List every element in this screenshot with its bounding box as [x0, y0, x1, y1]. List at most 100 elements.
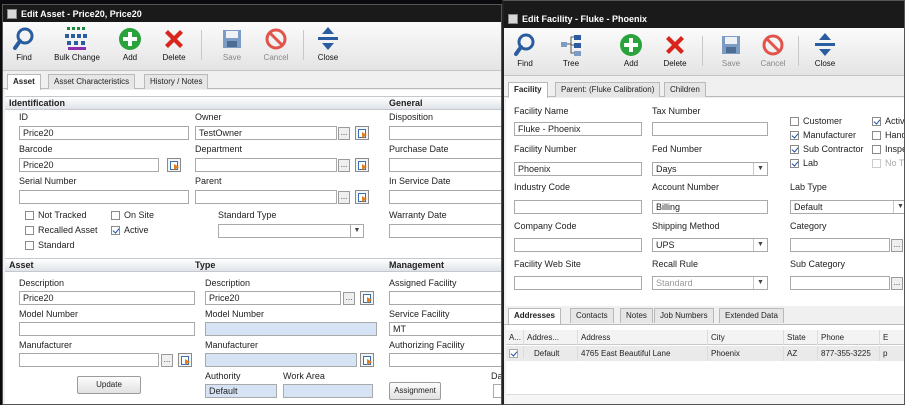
- standard-type-select[interactable]: [218, 224, 364, 238]
- asset-bulk-change-button[interactable]: Bulk Change: [51, 25, 103, 62]
- customer-checkbox[interactable]: Customer: [790, 116, 842, 126]
- tab-addresses[interactable]: Addresses: [508, 308, 561, 324]
- grid-column-header[interactable]: State: [784, 330, 818, 345]
- type-description-picker-icon[interactable]: [360, 291, 374, 305]
- department-picker-icon[interactable]: [355, 158, 369, 172]
- facility-close-button[interactable]: Close: [804, 31, 846, 68]
- category-lookup-button[interactable]: ...: [891, 239, 903, 252]
- truncated-date-field[interactable]: [493, 384, 501, 398]
- not-tracked-checkbox[interactable]: Not Tracked: [25, 210, 87, 220]
- chevron-down-icon[interactable]: ▼: [350, 224, 364, 238]
- tab-parent[interactable]: Parent: (Fluke Calibration): [555, 82, 661, 97]
- tab-asset[interactable]: Asset: [7, 74, 41, 90]
- owner-field[interactable]: TestOwner: [195, 126, 337, 140]
- table-row[interactable]: Default 4765 East Beautiful Lane Phoenix…: [506, 346, 904, 361]
- asset-manufacturer-lookup-button[interactable]: ...: [161, 354, 173, 367]
- on-site-checkbox[interactable]: On Site: [111, 210, 154, 220]
- assigned-facility-field[interactable]: [389, 291, 501, 305]
- active-checkbox[interactable]: Activ: [872, 116, 904, 126]
- tax-number-field[interactable]: [652, 122, 768, 136]
- industry-code-field[interactable]: [514, 200, 642, 214]
- asset-manufacturer-field[interactable]: [19, 353, 159, 367]
- sub-category-field[interactable]: [790, 276, 890, 290]
- barcode-picker-icon[interactable]: [167, 158, 181, 172]
- row-checkbox-cell[interactable]: [506, 346, 524, 358]
- asset-find-button[interactable]: Find: [3, 25, 45, 62]
- inspe-checkbox[interactable]: Inspe: [872, 144, 904, 154]
- service-facility-field[interactable]: MT: [389, 322, 501, 336]
- tab-facility[interactable]: Facility: [508, 82, 548, 98]
- asset-window-titlebar[interactable]: Edit Asset - Price20, Price20: [3, 5, 501, 22]
- grid-column-header[interactable]: A...: [506, 330, 524, 345]
- facility-add-button[interactable]: Add: [610, 31, 652, 68]
- facility-tree-button[interactable]: Tree: [550, 31, 592, 68]
- assignment-button[interactable]: Assignment: [389, 382, 441, 400]
- in-service-date-field[interactable]: [389, 190, 501, 204]
- facility-number-field[interactable]: Phoenix: [514, 162, 642, 176]
- grid-column-header[interactable]: Address: [578, 330, 708, 345]
- chevron-down-icon[interactable]: ▼: [893, 201, 904, 213]
- shipping-method-select[interactable]: UPS ▼: [652, 238, 768, 252]
- tab-notes[interactable]: Notes: [620, 308, 653, 323]
- tab-children[interactable]: Children: [664, 82, 706, 97]
- grid-column-header[interactable]: City: [708, 330, 784, 345]
- category-field[interactable]: [790, 238, 890, 252]
- lab-checkbox[interactable]: Lab: [790, 158, 818, 168]
- tab-contacts[interactable]: Contacts: [570, 308, 614, 323]
- asset-manufacturer-picker-icon[interactable]: [178, 353, 192, 367]
- chevron-down-icon[interactable]: ▼: [753, 239, 767, 251]
- facility-find-button[interactable]: Find: [504, 31, 546, 68]
- sub-category-lookup-button[interactable]: ...: [891, 277, 903, 290]
- tab-history-notes[interactable]: History / Notes: [144, 74, 209, 89]
- company-code-field[interactable]: [514, 238, 642, 252]
- grid-column-header[interactable]: Addres...: [524, 330, 578, 345]
- department-field[interactable]: [195, 158, 337, 172]
- type-description-field[interactable]: Price20: [205, 291, 341, 305]
- standard-checkbox[interactable]: Standard: [25, 240, 75, 250]
- asset-close-button[interactable]: Close: [307, 25, 349, 62]
- serial-number-field[interactable]: [19, 190, 189, 204]
- asset-delete-button[interactable]: Delete: [153, 25, 195, 62]
- purchase-date-field[interactable]: [389, 158, 501, 172]
- hand-checkbox[interactable]: Hand: [872, 130, 904, 140]
- grid-column-header[interactable]: Phone: [818, 330, 880, 345]
- department-lookup-button[interactable]: ...: [338, 159, 350, 172]
- tab-job-numbers[interactable]: Job Numbers: [654, 308, 714, 323]
- facility-name-field[interactable]: Fluke - Phoenix: [514, 122, 642, 136]
- warranty-date-field[interactable]: [389, 224, 501, 238]
- recall-rule-select[interactable]: Standard ▼: [652, 276, 768, 290]
- authorizing-facility-field[interactable]: [389, 353, 501, 367]
- asset-add-button[interactable]: Add: [109, 25, 151, 62]
- asset-model-number-field[interactable]: [19, 322, 195, 336]
- asset-description-field[interactable]: Price20: [19, 291, 195, 305]
- active-checkbox[interactable]: Active: [111, 225, 149, 235]
- fed-number-select[interactable]: Days ▼: [652, 162, 768, 176]
- grid-column-header[interactable]: E: [880, 330, 904, 345]
- asset-save-button[interactable]: Save: [211, 25, 253, 62]
- owner-picker-icon[interactable]: [355, 126, 369, 140]
- owner-lookup-button[interactable]: ...: [338, 127, 350, 140]
- update-button[interactable]: Update: [77, 376, 141, 394]
- manufacturer-checkbox[interactable]: Manufacturer: [790, 130, 856, 140]
- chevron-down-icon[interactable]: ▼: [753, 277, 767, 289]
- parent-field[interactable]: [195, 190, 337, 204]
- tab-extended-data[interactable]: Extended Data: [719, 308, 784, 323]
- facility-window-titlebar[interactable]: Edit Facility - Fluke - Phoenix: [504, 1, 904, 28]
- tab-asset-characteristics[interactable]: Asset Characteristics: [48, 74, 136, 89]
- facility-save-button[interactable]: Save: [710, 31, 752, 68]
- recalled-asset-checkbox[interactable]: Recalled Asset: [25, 225, 98, 235]
- asset-cancel-button[interactable]: Cancel: [255, 25, 297, 62]
- lab-type-select[interactable]: Default ▼: [790, 200, 904, 214]
- facility-cancel-button[interactable]: Cancel: [752, 31, 794, 68]
- sub-contractor-checkbox[interactable]: Sub Contractor: [790, 144, 864, 154]
- facility-web-site-field[interactable]: [514, 276, 642, 290]
- chevron-down-icon[interactable]: ▼: [753, 163, 767, 175]
- parent-picker-icon[interactable]: [355, 190, 369, 204]
- parent-lookup-button[interactable]: ...: [338, 191, 350, 204]
- disposition-field[interactable]: [389, 126, 501, 140]
- id-field[interactable]: Price20: [19, 126, 189, 140]
- facility-delete-button[interactable]: Delete: [654, 31, 696, 68]
- account-number-field[interactable]: Billing: [652, 200, 768, 214]
- type-description-lookup-button[interactable]: ...: [343, 292, 355, 305]
- type-manufacturer-picker-icon[interactable]: [360, 353, 374, 367]
